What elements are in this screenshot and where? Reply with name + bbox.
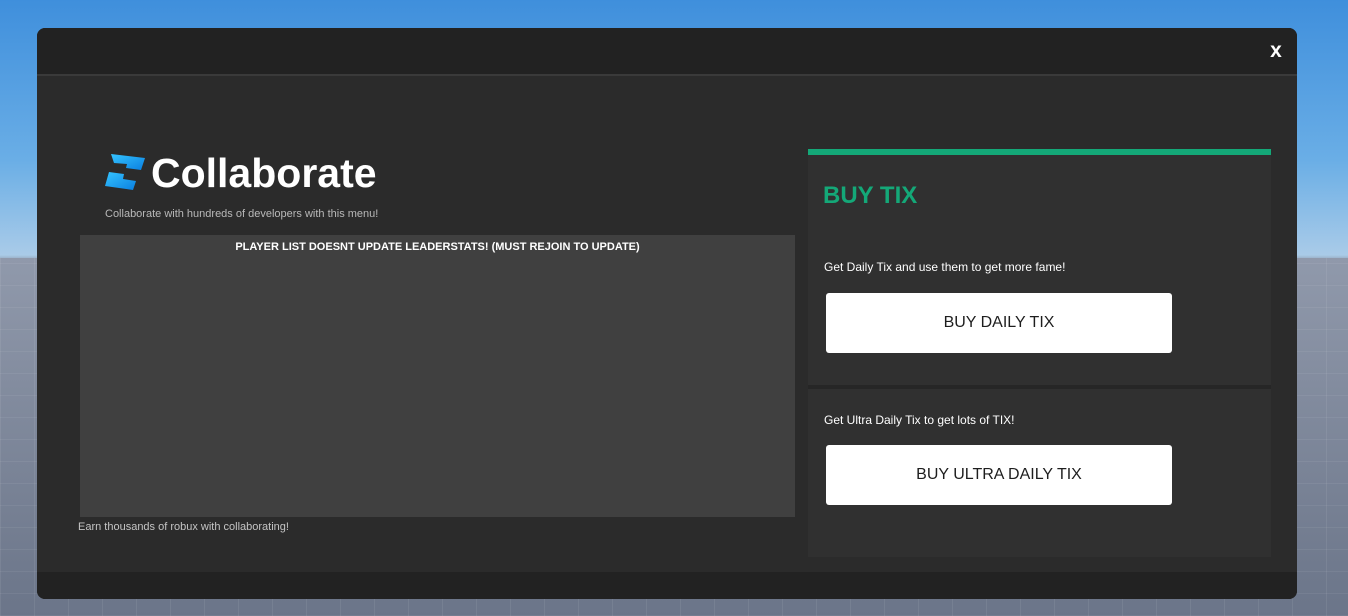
ultra-daily-tix-description: Get Ultra Daily Tix to get lots of TIX! xyxy=(824,413,1015,427)
roblox-studio-logo-icon xyxy=(105,154,145,190)
player-list-notice: PLAYER LIST DOESNT UPDATE LEADERSTATS! (… xyxy=(235,241,640,253)
panel-accent-bar xyxy=(808,149,1271,155)
daily-tix-description: Get Daily Tix and use them to get more f… xyxy=(824,260,1066,274)
bottom-bar xyxy=(37,572,1297,599)
collaborate-window: x Collaborate Collaborate with hundreds … xyxy=(37,28,1297,599)
brand-subtitle: Collaborate with hundreds of developers … xyxy=(105,208,379,220)
offer-divider xyxy=(808,385,1271,389)
buy-daily-tix-button[interactable]: BUY DAILY TIX xyxy=(826,293,1172,353)
close-button[interactable]: x xyxy=(1265,40,1287,62)
buy-ultra-daily-tix-button[interactable]: BUY ULTRA DAILY TIX xyxy=(826,445,1172,505)
footer-note: Earn thousands of robux with collaborati… xyxy=(78,521,289,533)
buy-tix-panel: BUY TIX Get Daily Tix and use them to ge… xyxy=(808,149,1271,557)
shop-title: BUY TIX xyxy=(823,182,918,209)
brand-name: Collaborate xyxy=(151,150,377,196)
title-bar: x xyxy=(37,28,1297,76)
player-list[interactable]: PLAYER LIST DOESNT UPDATE LEADERSTATS! (… xyxy=(80,235,795,517)
